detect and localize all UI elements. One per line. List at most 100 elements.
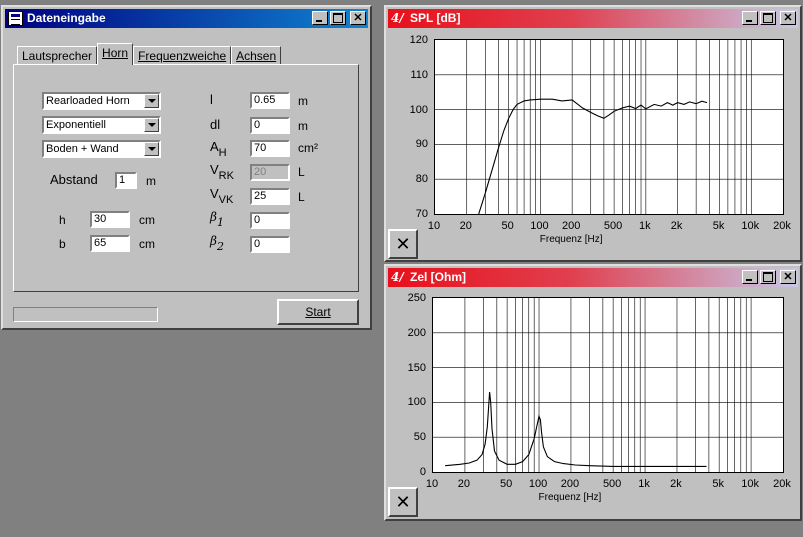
app-logo-icon[interactable]: 4/ <box>391 269 407 286</box>
minimize-button[interactable] <box>742 270 758 284</box>
placement-select[interactable]: Boden + Wand <box>42 140 161 158</box>
param-ah-subscript: H <box>218 147 227 159</box>
horn-type-select[interactable]: Rearloaded Horn <box>42 92 161 110</box>
x-tick-label: 200 <box>560 478 580 490</box>
start-button[interactable]: Start <box>277 299 359 325</box>
param-beta1-input[interactable]: 0 <box>250 212 290 229</box>
close-button[interactable]: ✕ <box>780 270 796 284</box>
chevron-down-icon[interactable] <box>144 142 159 156</box>
zel-window: 4/ Zel [Ohm] ✕ 250 200 150 100 50 0 10 20 50 100 2… <box>384 264 802 521</box>
abstand-label: Abstand <box>50 172 98 187</box>
param-dl-input[interactable]: 0 <box>250 117 290 134</box>
param-beta2-symbol: β2 <box>210 234 224 254</box>
tab-achsen[interactable]: Achsen <box>231 46 282 65</box>
param-beta1-subscript: 1 <box>216 216 224 229</box>
dialog-title: Dateneingabe <box>27 11 106 25</box>
param-ah-symbol-text: A <box>210 139 219 154</box>
tab-horn[interactable]: Horn <box>97 43 134 65</box>
abstand-unit: m <box>146 174 156 188</box>
spl-clear-button[interactable]: ✕ <box>388 229 418 259</box>
maximize-button[interactable] <box>760 11 776 25</box>
x-tick-label: 1k <box>638 478 650 490</box>
y-tick-label: 120 <box>409 34 428 46</box>
app-logo-icon[interactable]: 4/ <box>391 10 407 27</box>
zel-clear-button[interactable]: ✕ <box>388 487 418 517</box>
horn-type-value: Rearloaded Horn <box>46 95 130 107</box>
param-ah-symbol: AH <box>210 140 227 160</box>
h-unit: cm <box>139 213 155 227</box>
x-tick-label: 500 <box>603 220 623 232</box>
tab-horn-label: Horn <box>102 46 129 60</box>
x-tick-label: 10k <box>741 478 759 490</box>
y-tick-label: 250 <box>407 292 426 304</box>
maximize-button[interactable] <box>330 11 346 25</box>
close-button[interactable]: ✕ <box>780 11 796 25</box>
x-tick-label: 50 <box>499 478 513 490</box>
spl-window: 4/ SPL [dB] ✕ 120 110 100 90 80 70 10 20 50 100 20… <box>384 5 802 262</box>
param-l-symbol-text: l <box>210 92 213 107</box>
x-tick-label: 5k <box>712 478 724 490</box>
x-axis-label: Frequenz [Hz] <box>539 234 603 245</box>
param-vvk-subscript: VK <box>218 194 234 206</box>
zel-titlebar[interactable]: 4/ Zel [Ohm] ✕ <box>388 268 798 287</box>
minimize-button[interactable] <box>312 11 328 25</box>
x-tick-label: 20 <box>459 220 472 232</box>
start-button-label: Start <box>305 305 331 319</box>
profile-value: Exponentiell <box>46 119 106 131</box>
x-tick-label: 50 <box>501 220 514 232</box>
app-icon[interactable] <box>8 11 23 26</box>
tab-achsen-label: Achsen <box>236 49 277 63</box>
h-label: h <box>59 213 66 227</box>
param-vrk-unit: L <box>298 165 305 179</box>
param-vrk-input: 20 <box>250 164 290 181</box>
minimize-button[interactable] <box>742 11 758 25</box>
abstand-input[interactable]: 1 <box>115 172 137 189</box>
maximize-button[interactable] <box>760 270 776 284</box>
placement-value: Boden + Wand <box>46 143 119 155</box>
y-tick-label: 150 <box>407 361 426 374</box>
dialog-titlebar[interactable]: Dateneingabe ✕ <box>5 9 368 28</box>
tab-frequenzweiche[interactable]: Frequenzweiche <box>133 46 232 65</box>
x-tick-label: 10 <box>427 220 441 232</box>
param-l-input[interactable]: 0.65 <box>250 92 290 109</box>
x-tick-label: 10k <box>741 220 760 232</box>
param-vrk-symbol-text: V <box>210 162 219 177</box>
param-beta1-symbol: β1 <box>210 210 224 230</box>
spl-titlebar[interactable]: 4/ SPL [dB] ✕ <box>388 9 798 28</box>
param-dl-symbol-text: dl <box>210 117 221 132</box>
param-dl-symbol: dl <box>210 118 220 132</box>
param-beta2-subscript: 2 <box>216 240 224 253</box>
h-input[interactable]: 30 <box>90 211 130 228</box>
x-tick-label: 1k <box>639 220 651 232</box>
plot-area <box>434 39 784 215</box>
x-tick-label: 2k <box>670 220 683 232</box>
param-dl-unit: m <box>298 119 308 133</box>
param-vvk-input[interactable]: 25 <box>250 188 290 205</box>
y-tick-label: 0 <box>419 466 426 478</box>
x-tick-label: 200 <box>561 220 581 232</box>
param-vvk-symbol-text: V <box>210 186 219 201</box>
x-tick-label: 20k <box>773 478 791 490</box>
plot-area <box>432 297 784 473</box>
dateneingabe-window: Dateneingabe ✕ Lautsprecher Horn Frequen… <box>1 5 372 330</box>
tab-lautsprecher[interactable]: Lautsprecher <box>17 46 98 65</box>
tab-strip: Lautsprecher Horn Frequenzweiche Achsen <box>17 43 282 65</box>
y-tick-label: 50 <box>413 431 426 444</box>
y-tick-label: 200 <box>407 326 426 339</box>
param-beta2-input[interactable]: 0 <box>250 236 290 253</box>
y-tick-label: 100 <box>407 396 426 409</box>
close-icon: ✕ <box>395 492 411 512</box>
chevron-down-icon[interactable] <box>144 118 159 132</box>
close-icon: ✕ <box>395 234 411 254</box>
y-tick-label: 90 <box>415 138 428 151</box>
x-axis-label: Frequenz [Hz] <box>538 492 602 503</box>
chart-svg <box>435 40 783 214</box>
series-line <box>478 98 708 214</box>
x-tick-label: 500 <box>602 478 622 490</box>
b-input[interactable]: 65 <box>90 235 130 252</box>
param-ah-input[interactable]: 70 <box>250 140 290 157</box>
b-label: b <box>59 237 66 251</box>
close-button[interactable]: ✕ <box>350 11 366 25</box>
chevron-down-icon[interactable] <box>144 94 159 108</box>
profile-select[interactable]: Exponentiell <box>42 116 161 134</box>
